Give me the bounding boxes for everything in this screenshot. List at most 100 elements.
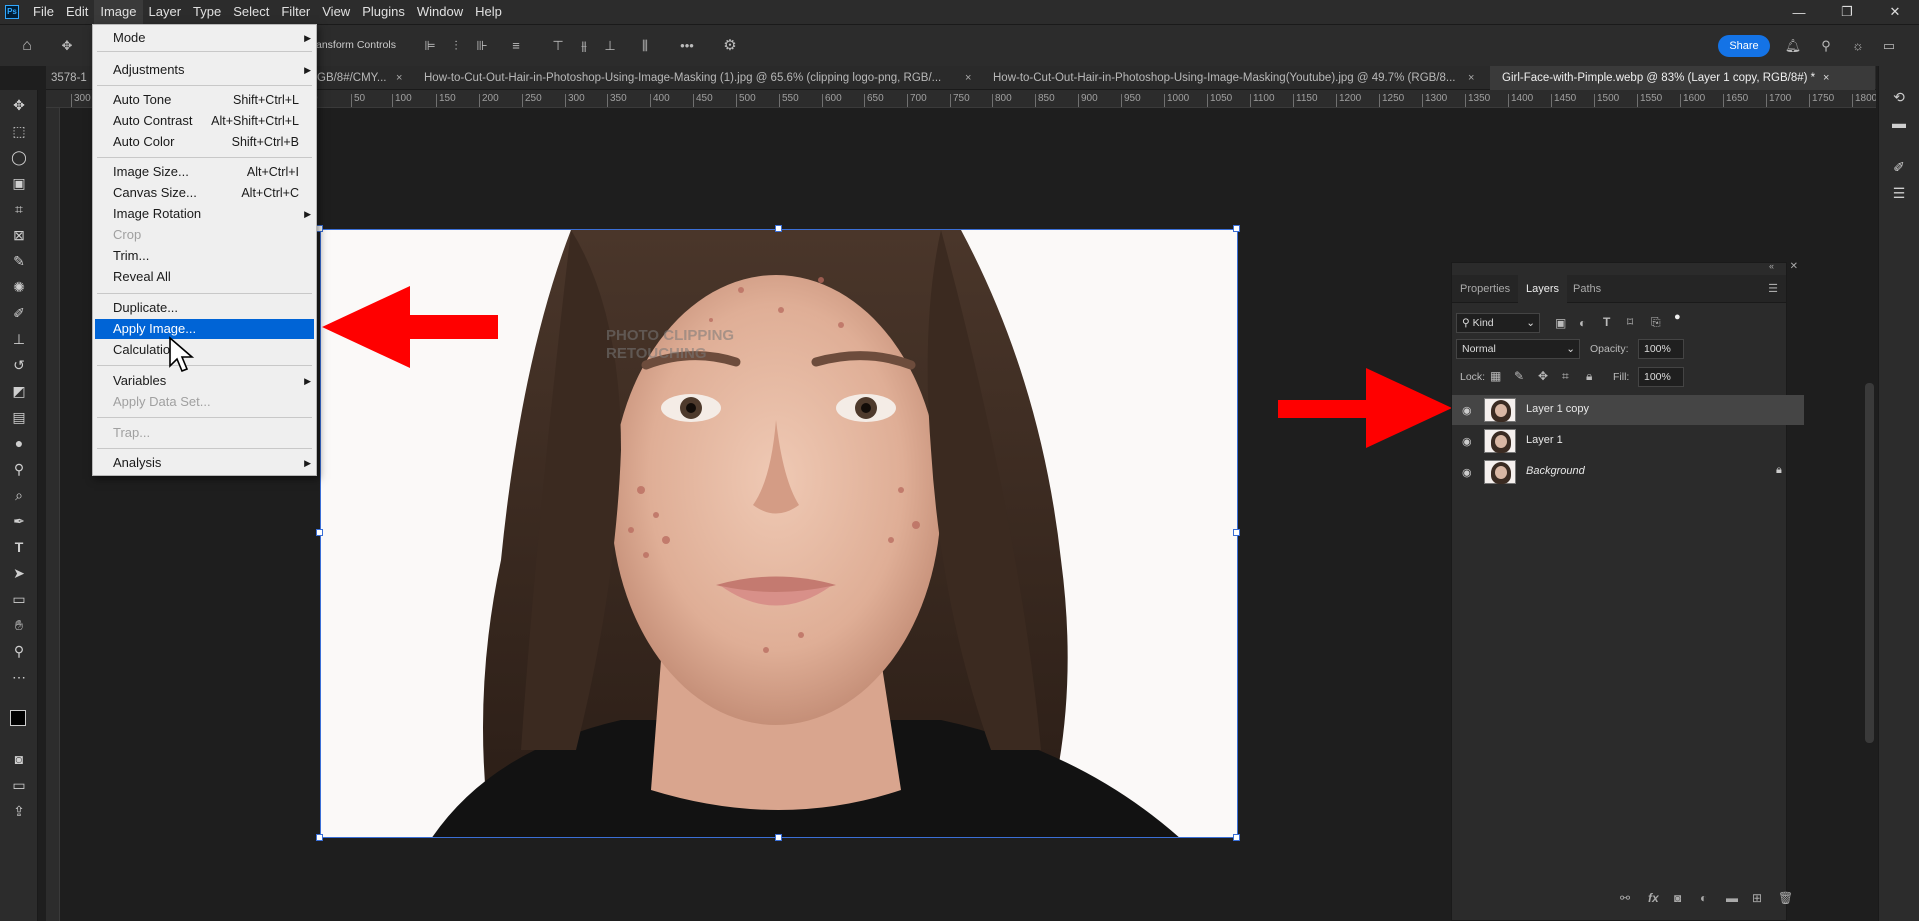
menu-item-apply-image[interactable]: Apply Image... (95, 319, 314, 339)
more-tools-icon[interactable]: ⋯ (7, 666, 31, 688)
new-layer-icon[interactable]: ⊞ (1752, 891, 1762, 905)
align-top-icon[interactable]: ⊤ (549, 37, 567, 55)
transform-handle[interactable] (316, 225, 323, 232)
brush-tool-icon[interactable]: ✐ (7, 302, 31, 324)
transform-handle[interactable] (1233, 529, 1240, 536)
menu-plugins[interactable]: Plugins (356, 0, 411, 24)
lock-pixels-icon[interactable]: ✎ (1514, 369, 1524, 383)
menu-item-variables[interactable]: Variables ▶ (95, 371, 314, 391)
tab-document-2[interactable]: GB/8#/CMY... (317, 66, 437, 90)
crop-tool-icon[interactable]: ⌗ (7, 198, 31, 220)
tab-close-icon[interactable]: × (396, 66, 402, 90)
menu-item-auto-color[interactable]: Auto Color Shift+Ctrl+B (95, 132, 314, 152)
shape-filter-icon[interactable]: ⌑ (1627, 315, 1633, 329)
tab-document-active[interactable]: Girl-Face-with-Pimple.webp @ 83% (Layer … (1490, 66, 1875, 90)
menu-item-auto-contrast[interactable]: Auto Contrast Alt+Shift+Ctrl+L (95, 111, 314, 131)
fx-icon[interactable]: fx (1648, 891, 1659, 905)
tab-document-3[interactable]: How-to-Cut-Out-Hair-in-Photoshop-Using-I… (424, 66, 1004, 90)
minimize-button[interactable]: — (1775, 0, 1823, 24)
eyedropper-icon[interactable]: ✎ (7, 250, 31, 272)
close-panel-icon[interactable]: ✕ (1790, 261, 1798, 272)
menu-image[interactable]: Image (94, 0, 143, 24)
restore-button[interactable]: ❐ (1823, 0, 1871, 24)
menu-item-canvas-size[interactable]: Canvas Size... Alt+Ctrl+C (95, 183, 314, 203)
lock-position-icon[interactable]: ✥ (1538, 369, 1548, 383)
opacity-input[interactable]: 100% (1638, 339, 1684, 359)
menu-item-adjustments[interactable]: Adjustments ▶ (95, 60, 314, 80)
adjustment-filter-icon[interactable]: ◐ (1579, 316, 1586, 330)
menu-item-analysis[interactable]: Analysis ▶ (95, 453, 314, 473)
tab-close-icon[interactable]: × (1823, 66, 1829, 90)
fill-input[interactable]: 100% (1638, 367, 1684, 387)
eraser-tool-icon[interactable]: ◩ (7, 380, 31, 402)
search-icon[interactable]: ⚲ (1817, 37, 1835, 55)
rectangle-tool-icon[interactable]: ▭ (7, 588, 31, 610)
distribute-icon[interactable]: ≡ (507, 37, 525, 55)
share-icon[interactable]: ⇪ (7, 800, 31, 822)
panel-menu-icon[interactable]: ☰ (1768, 282, 1778, 295)
pixel-filter-icon[interactable]: ▣ (1555, 316, 1566, 330)
blur-tool-icon[interactable]: ● (7, 432, 31, 454)
align-center-icon[interactable]: ⫶ (447, 37, 465, 55)
foreground-color-swatch[interactable] (10, 710, 26, 726)
history-icon[interactable]: ⟲ (1887, 86, 1911, 108)
pen-tool-icon[interactable]: ✒ (7, 510, 31, 532)
transform-handle[interactable] (316, 834, 323, 841)
mask-icon[interactable]: ◙ (1674, 891, 1681, 905)
menu-filter[interactable]: Filter (275, 0, 316, 24)
menu-item-calculations[interactable]: Calculatio (95, 340, 314, 360)
lightbulb-icon[interactable]: ☼ (1849, 37, 1867, 55)
zoom-icon[interactable]: ⚲ (7, 640, 31, 662)
stamp-tool-icon[interactable]: ⊥ (7, 328, 31, 350)
type-filter-icon[interactable]: T (1603, 315, 1610, 329)
align-middle-icon[interactable]: ⫵ (575, 37, 593, 55)
zoom-tool-icon[interactable]: ⌕ (7, 484, 31, 506)
more-options-icon[interactable]: ••• (678, 37, 696, 55)
brush-settings-icon[interactable]: ✐ (1887, 156, 1911, 178)
move-tool-icon[interactable]: ✥ (58, 37, 76, 55)
hand-tool-icon[interactable]: ✋︎ (7, 614, 31, 636)
tab-close-icon[interactable]: × (1468, 66, 1474, 90)
collapse-icon[interactable]: « (1769, 261, 1774, 271)
transform-handle[interactable] (775, 225, 782, 232)
type-tool-icon[interactable]: T (7, 536, 31, 558)
dodge-tool-icon[interactable]: ⚲ (7, 458, 31, 480)
tab-properties[interactable]: Properties (1452, 275, 1518, 303)
tab-document-4[interactable]: How-to-Cut-Out-Hair-in-Photoshop-Using-I… (993, 66, 1513, 90)
menu-item-reveal-all[interactable]: Reveal All (95, 267, 314, 287)
layer-row-layer-1[interactable]: ◉ Layer 1 (1452, 426, 1804, 456)
transform-handle[interactable] (316, 529, 323, 536)
layer-row-layer-1-copy[interactable]: ◉ Layer 1 copy (1452, 395, 1804, 425)
path-select-icon[interactable]: ➤ (7, 562, 31, 584)
smart-object-filter-icon[interactable]: ⎘ (1651, 315, 1661, 330)
transform-handle[interactable] (1233, 834, 1240, 841)
eye-icon[interactable]: ◉ (1462, 404, 1472, 417)
align-bottom-icon[interactable]: ⊥ (601, 37, 619, 55)
workspace-icon[interactable]: ▭ (1880, 37, 1898, 55)
blend-mode-select[interactable]: Normal ⌄ (1456, 339, 1580, 359)
lock-all-icon[interactable]: 🔒︎ (1586, 369, 1592, 384)
link-icon[interactable]: ⚯ (1620, 891, 1630, 905)
menu-item-trim[interactable]: Trim... (95, 246, 314, 266)
menu-view[interactable]: View (316, 0, 356, 24)
quick-mask-icon[interactable]: ◙ (7, 748, 31, 770)
adjustment-icon[interactable]: ◐ (1700, 891, 1707, 905)
menu-item-duplicate[interactable]: Duplicate... (95, 298, 314, 318)
tab-paths[interactable]: Paths (1565, 275, 1609, 303)
move-tool-icon[interactable]: ✥ (7, 94, 31, 116)
eye-icon[interactable]: ◉ (1462, 435, 1472, 448)
filter-kind-select[interactable]: ⚲ Kind ⌄ (1456, 313, 1540, 333)
menu-window[interactable]: Window (411, 0, 469, 24)
tab-layers[interactable]: Layers (1518, 275, 1568, 303)
object-select-icon[interactable]: ▣ (7, 172, 31, 194)
align-left-icon[interactable]: ⊫ (421, 37, 439, 55)
bell-icon[interactable]: 🔔︎ (1784, 37, 1802, 55)
eye-icon[interactable]: ◉ (1462, 466, 1472, 479)
frame-tool-icon[interactable]: ⊠ (7, 224, 31, 246)
comments-icon[interactable]: ▬ (1887, 112, 1911, 134)
close-button[interactable]: ✕ (1871, 0, 1919, 24)
transform-controls-label[interactable]: ansform Controls (316, 39, 396, 51)
trash-icon[interactable]: 🗑︎ (1778, 891, 1793, 905)
layer-row-background[interactable]: ◉ Background 🔒︎ (1452, 457, 1804, 487)
gradient-tool-icon[interactable]: ▤ (7, 406, 31, 428)
